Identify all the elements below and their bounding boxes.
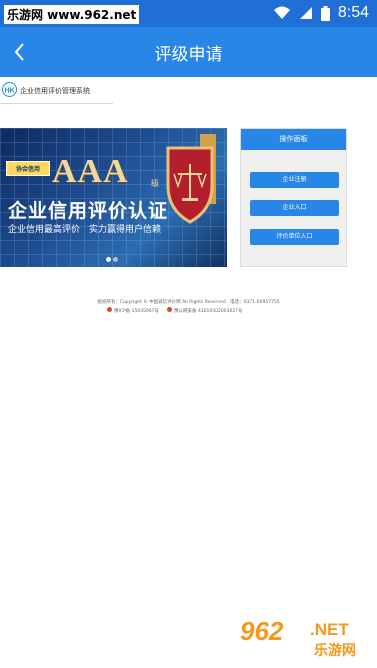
app-bar: 评级申请 [0,27,377,77]
status-bar: 乐游网 www.962.net 8:54 [0,0,377,27]
banner-headline: 企业信用评价认证 [8,200,169,222]
footer-icp-text: 豫ICP备 15035067号 [114,309,160,314]
status-watermark: 乐游网 www.962.net [4,5,140,24]
site-watermark: 962 .NET 乐游网 [236,616,372,662]
carousel-dots[interactable] [106,257,118,262]
enterprise-register-button[interactable]: 企业注册 [250,172,339,188]
signal-icon [299,7,312,19]
watermark-cn: 乐游网 [314,643,356,659]
page-title: 评级申请 [154,45,223,64]
footer-police-text: 豫公网安备 41010502003027号 [174,309,243,314]
watermark-number: 962 [240,616,284,646]
promo-banner[interactable]: 协会信用 AAA 级 企业信用评价认证 企业信用最高评价 实力赢得用户信赖 [0,128,227,267]
carousel-dot-2[interactable] [113,257,118,262]
banner-rating-suffix: 级 [151,179,159,188]
logo-text: HK [4,88,14,95]
status-time: 8:54 [337,4,369,21]
header-divider [0,103,113,104]
brand-logo-icon: HK [2,82,17,97]
status-icons: 8:54 [273,4,369,22]
footer-icp[interactable]: 豫ICP备 15035067号 [107,307,159,314]
footer-copyright: 版权所有：Copyright © 中国诚信评价网 All Rights Rese… [97,300,280,305]
emblem-icon [107,307,112,312]
banner-badge: 协会信用 [6,161,50,176]
wifi-icon [273,6,290,19]
police-emblem-icon [167,307,173,312]
enterprise-login-button[interactable]: 企业入口 [250,200,339,216]
banner-rating: AAA [52,153,129,190]
operation-panel: 操作面板 企业注册 企业入口 评价单位入口 [240,128,347,267]
carousel-dot-1[interactable] [106,257,111,262]
brand-name: 企业信用评价管理系统 [20,87,90,95]
footer-records: 豫ICP备 15035067号 豫公网安备 41010502003027号 [107,307,243,314]
battery-icon [320,5,330,21]
evaluator-login-button[interactable]: 评价单位入口 [250,229,339,245]
panel-title: 操作面板 [241,129,346,150]
banner-subline: 企业信用最高评价 实力赢得用户信赖 [8,225,162,235]
watermark-net: .NET [310,620,349,639]
footer-police[interactable]: 豫公网安备 41010502003027号 [167,307,243,314]
scales-shield-icon [166,134,216,224]
